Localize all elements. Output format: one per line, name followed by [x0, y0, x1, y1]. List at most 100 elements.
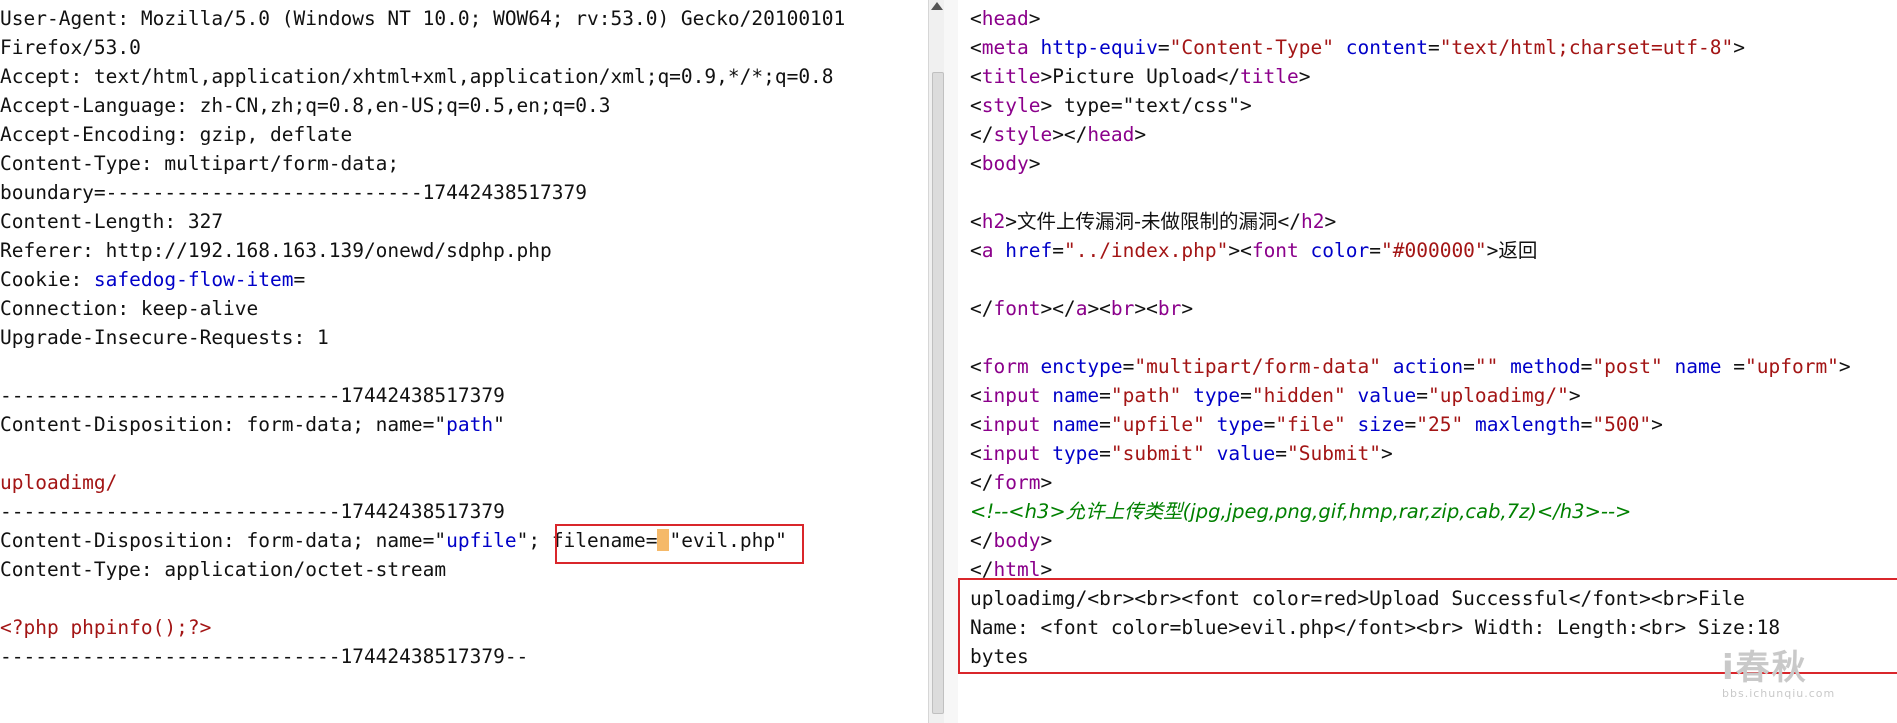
watermark-logo: i春秋 bbs.ichunqiu.com — [1722, 640, 1892, 700]
attr-name: name — [1052, 413, 1100, 436]
val-type: "hidden" — [1251, 384, 1346, 407]
tag-body-close: body — [993, 529, 1041, 552]
val-href: "../index.php" — [1063, 239, 1229, 262]
val-size: "25" — [1416, 413, 1464, 436]
scroll-up-arrow-icon[interactable] — [931, 2, 943, 10]
attr-type: type — [1193, 384, 1241, 407]
tag-br: br — [1157, 297, 1182, 320]
html-input-upfile: <input name="upfile" type="file" size="2… — [970, 413, 1663, 436]
header-user-agent-cont: Firefox/53.0 — [0, 36, 141, 59]
val-name: "path" — [1110, 384, 1182, 407]
html-input-path: <input name="path" type="hidden" value="… — [970, 384, 1581, 407]
php-payload: <?php phpinfo();?> — [0, 616, 212, 639]
val-action: "" — [1474, 355, 1499, 378]
header-connection: Connection: keep-alive — [0, 297, 259, 320]
pane-divider[interactable] — [944, 0, 959, 723]
header-accept-encoding: Accept-Encoding: gzip, deflate — [0, 123, 353, 146]
cookie-suffix: = — [293, 268, 306, 291]
tag-a: a — [981, 239, 994, 262]
request-text: User-Agent: Mozilla/5.0 (Windows NT 10.0… — [0, 4, 928, 671]
watermark-url: bbs.ichunqiu.com — [1722, 687, 1836, 700]
header-boundary: boundary=---------------------------1744… — [0, 181, 587, 204]
header-content-type: Content-Type: multipart/form-data; — [0, 152, 400, 175]
attr-name: name — [1052, 384, 1100, 407]
tag-body: body — [981, 152, 1029, 175]
header-upgrade: Upgrade-Insecure-Requests: 1 — [0, 326, 329, 349]
tag-font: font — [1251, 239, 1299, 262]
title-text: Picture Upload — [1052, 65, 1217, 88]
html-anchor: <a href="../index.php"><font color="#000… — [970, 239, 1538, 262]
html-h2: <h2>文件上传漏洞-未做限制的漏洞</h2> — [970, 210, 1337, 233]
html-style-close: </style></head> — [970, 123, 1147, 146]
attr-value: value — [1357, 384, 1417, 407]
cookie-name: safedog-flow-item — [93, 268, 294, 291]
header-accept: Accept: text/html,application/xhtml+xml,… — [0, 65, 834, 88]
attr-href: href — [1005, 239, 1053, 262]
attr-maxlength: maxlength — [1474, 413, 1581, 436]
request-editor-pane[interactable]: User-Agent: Mozilla/5.0 (Windows NT 10.0… — [0, 0, 928, 723]
tag-meta: meta — [981, 36, 1029, 59]
tag-br: br — [1110, 297, 1135, 320]
val-http-equiv: "Content-Type" — [1169, 36, 1334, 59]
val-type: "submit" — [1110, 442, 1205, 465]
html-head-open: <head> — [970, 7, 1041, 30]
cookie-prefix: Cookie: — [0, 268, 94, 291]
header-user-agent: User-Agent: Mozilla/5.0 (Windows NT 10.0… — [0, 7, 846, 30]
tag-form: form — [981, 355, 1029, 378]
boundary-separator-2: -----------------------------17442438517… — [0, 500, 505, 523]
tag-head-close: head — [1087, 123, 1135, 146]
val-value: "uploadimg/" — [1427, 384, 1569, 407]
tag-style-close: style — [993, 123, 1053, 146]
anchor-text: 返回 — [1498, 239, 1538, 262]
scroll-thumb[interactable] — [932, 72, 944, 714]
header-referer: Referer: http://192.168.163.139/onewd/sd… — [0, 239, 552, 262]
html-meta: <meta http-equiv="Content-Type" content=… — [970, 36, 1745, 59]
attr-content: content — [1345, 36, 1428, 59]
disposition-mid: "; — [516, 529, 552, 552]
html-form-close: </form> — [970, 471, 1053, 494]
tag-input: input — [981, 384, 1041, 407]
tag-input: input — [981, 442, 1041, 465]
attr-name: name — [1674, 355, 1722, 378]
attr-type: type — [1052, 442, 1100, 465]
tag-form-close: form — [993, 471, 1041, 494]
field-name-path: path — [446, 413, 494, 436]
tag-h2-close: h2 — [1301, 210, 1325, 233]
html-body-close: </body> — [970, 529, 1053, 552]
attr-enctype: enctype — [1040, 355, 1123, 378]
tag-head: head — [981, 7, 1029, 30]
html-close-font-a: </font></a><br><br> — [970, 297, 1194, 320]
header-content-length: Content-Length: 327 — [0, 210, 224, 233]
val-enctype: "multipart/form-data" — [1134, 355, 1381, 378]
attr-action: action — [1392, 355, 1464, 378]
tag-input: input — [981, 413, 1041, 436]
val-maxlength: "500" — [1592, 413, 1652, 436]
html-input-submit: <input type="submit" value="Submit"> — [970, 442, 1393, 465]
html-body-open: <body> — [970, 152, 1041, 175]
filename-highlight-box — [555, 524, 804, 564]
val-name: "upform" — [1745, 355, 1839, 378]
html-comment: <!--<h3>允许上传类型(jpg,jpeg,png,gif,hmp,rar,… — [970, 500, 1632, 523]
val-name: "upfile" — [1110, 413, 1205, 436]
html-title: <title>Picture Upload</title> — [970, 65, 1311, 88]
html-style-open: <style> type="text/css"> — [970, 94, 1252, 117]
boundary-separator-end: -----------------------------17442438517… — [0, 645, 529, 668]
tag-title: title — [981, 65, 1041, 88]
val-color: "#000000" — [1381, 239, 1487, 262]
h2-text: 文件上传漏洞-未做限制的漏洞 — [1016, 210, 1278, 233]
tag-font-close: font — [993, 297, 1041, 320]
val-type: "file" — [1275, 413, 1346, 436]
tag-style: style — [981, 94, 1041, 117]
path-value: uploadimg/ — [0, 471, 118, 494]
val-content: "text/html;charset=utf-8" — [1439, 36, 1734, 59]
attr-method: method — [1510, 355, 1581, 378]
header-cookie: Cookie: safedog-flow-item= — [0, 265, 928, 294]
val-value: "Submit" — [1287, 442, 1381, 465]
disposition-prefix: Content-Disposition: form-data; name=" — [0, 529, 447, 552]
